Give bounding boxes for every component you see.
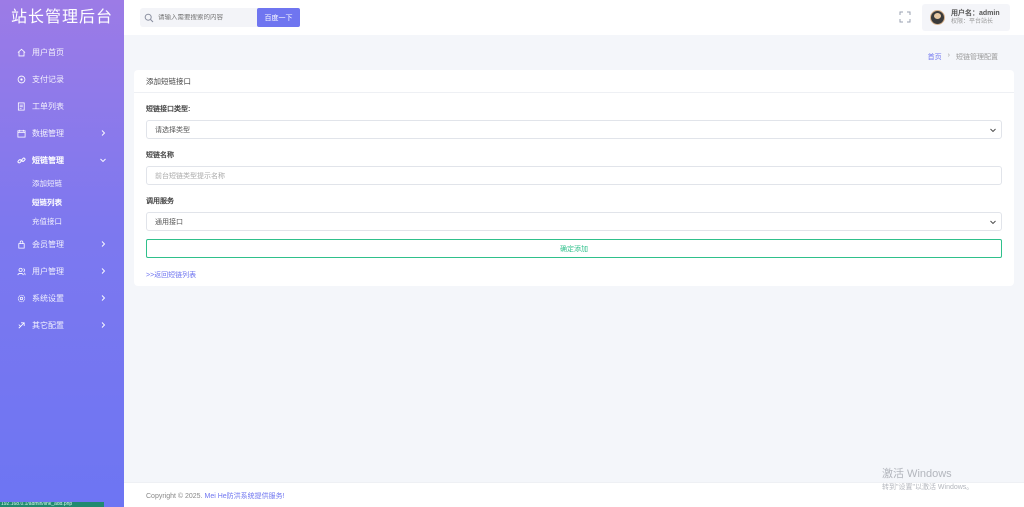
submenu-item-add-link[interactable]: 添加短链 xyxy=(32,174,124,193)
sidebar-item-payments[interactable]: 支付记录 xyxy=(0,66,124,93)
sidebar-item-users[interactable]: 用户管理 xyxy=(0,258,124,285)
sidebar-item-label: 短链管理 xyxy=(32,156,64,165)
user-menu[interactable]: 用户名：admin 权限：平台站长 xyxy=(922,4,1010,31)
back-to-list-link[interactable]: >>返回短链列表 xyxy=(146,270,196,280)
fullscreen-icon[interactable] xyxy=(899,11,911,23)
name-label: 短链名称 xyxy=(146,152,174,159)
sidebar-item-links[interactable]: 短链管理 xyxy=(0,147,124,174)
status-url-bar: 192.168.0.1/admin/link_add.php xyxy=(0,502,104,507)
chevron-down-icon xyxy=(990,220,996,225)
windows-activation-watermark: 激活 Windows 转到"设置"以激活 Windows。 xyxy=(882,465,973,492)
chevron-right-icon xyxy=(101,130,106,136)
type-select[interactable]: 请选择类型 xyxy=(146,120,1002,139)
breadcrumb-separator: › xyxy=(947,52,950,59)
link-icon xyxy=(16,156,26,166)
sidebar-item-label: 会员管理 xyxy=(32,240,64,249)
sidebar-item-label: 系统设置 xyxy=(32,294,64,303)
watermark-line-1: 激活 Windows xyxy=(882,468,952,480)
user-name: 用户名：admin xyxy=(951,9,1000,17)
service-select[interactable]: 通用接口 xyxy=(146,212,1002,231)
search-button[interactable]: 百度一下 xyxy=(257,8,300,27)
sidebar-item-label: 其它配置 xyxy=(32,321,64,330)
member-icon xyxy=(16,240,26,250)
search-icon xyxy=(140,8,158,27)
sidebar-item-label: 用户首页 xyxy=(32,48,64,57)
brand-title: 站长管理后台 xyxy=(10,9,113,26)
chevron-right-icon xyxy=(101,322,106,328)
chevron-down-icon xyxy=(100,158,106,163)
card-title: 添加短链接口 xyxy=(134,70,1014,93)
sidebar-item-data[interactable]: 数据管理 xyxy=(0,120,124,147)
sidebar-item-other-config[interactable]: 其它配置 xyxy=(0,312,124,339)
footer-link[interactable]: Mei He防洪系统提供服务! xyxy=(204,493,284,500)
add-link-card: 添加短链接口 短链接口类型: 请选择类型 短链名称 前台短链类型提示名称 调用服… xyxy=(134,70,1014,286)
sidebar-item-label: 支付记录 xyxy=(32,75,64,84)
watermark-line-2: 转到"设置"以激活 Windows。 xyxy=(882,484,974,491)
avatar xyxy=(930,10,945,25)
submenu-links: 添加短链 短链列表 充值接口 xyxy=(0,174,124,231)
sidebar-item-members[interactable]: 会员管理 xyxy=(0,231,124,258)
sidebar: 站长管理后台 用户首页 支付记录 工单列表 数据管理 短链管理 添加短链 短链列… xyxy=(0,0,124,507)
sidebar-item-settings[interactable]: 系统设置 xyxy=(0,285,124,312)
service-label: 调用服务 xyxy=(146,198,174,205)
breadcrumb: 首页 › 短链管理配置 xyxy=(928,52,998,62)
chevron-right-icon xyxy=(101,241,106,247)
settings-icon xyxy=(16,294,26,304)
breadcrumb-current: 短链管理配置 xyxy=(956,54,998,61)
sidebar-menu: 用户首页 支付记录 工单列表 数据管理 短链管理 添加短链 短链列表 充值接口 … xyxy=(0,39,124,339)
chevron-right-icon xyxy=(101,268,106,274)
sidebar-item-tickets[interactable]: 工单列表 xyxy=(0,93,124,120)
calendar-icon xyxy=(16,129,26,139)
breadcrumb-home[interactable]: 首页 xyxy=(928,52,942,62)
type-select-value: 请选择类型 xyxy=(155,126,190,134)
name-input[interactable]: 前台短链类型提示名称 xyxy=(146,166,1002,185)
sidebar-item-label: 用户管理 xyxy=(32,267,64,276)
sidebar-item-home[interactable]: 用户首页 xyxy=(0,39,124,66)
sidebar-item-label: 工单列表 xyxy=(32,102,64,111)
name-input-placeholder: 前台短链类型提示名称 xyxy=(155,172,225,180)
payment-icon xyxy=(16,75,26,85)
submit-button[interactable]: 确定添加 xyxy=(146,239,1002,258)
service-select-value: 通用接口 xyxy=(155,218,183,226)
submenu-item-recharge-api[interactable]: 充值接口 xyxy=(32,212,124,231)
home-icon xyxy=(16,48,26,58)
type-label: 短链接口类型: xyxy=(146,106,191,113)
chevron-right-icon xyxy=(101,295,106,301)
config-icon xyxy=(16,321,26,331)
users-icon xyxy=(16,267,26,277)
sidebar-item-label: 数据管理 xyxy=(32,129,64,138)
topbar: 百度一下 用户名：admin 权限：平台站长 xyxy=(124,0,1024,35)
user-role: 权限：平台站长 xyxy=(951,18,994,25)
search-input[interactable] xyxy=(158,14,254,21)
copyright-text: Copyright © 2025. xyxy=(146,493,203,500)
chevron-down-icon xyxy=(990,128,996,133)
add-link-form: 短链接口类型: 请选择类型 短链名称 前台短链类型提示名称 调用服务 通用接口 … xyxy=(134,105,1014,280)
ticket-icon xyxy=(16,102,26,112)
submenu-item-link-list[interactable]: 短链列表 xyxy=(32,193,124,212)
